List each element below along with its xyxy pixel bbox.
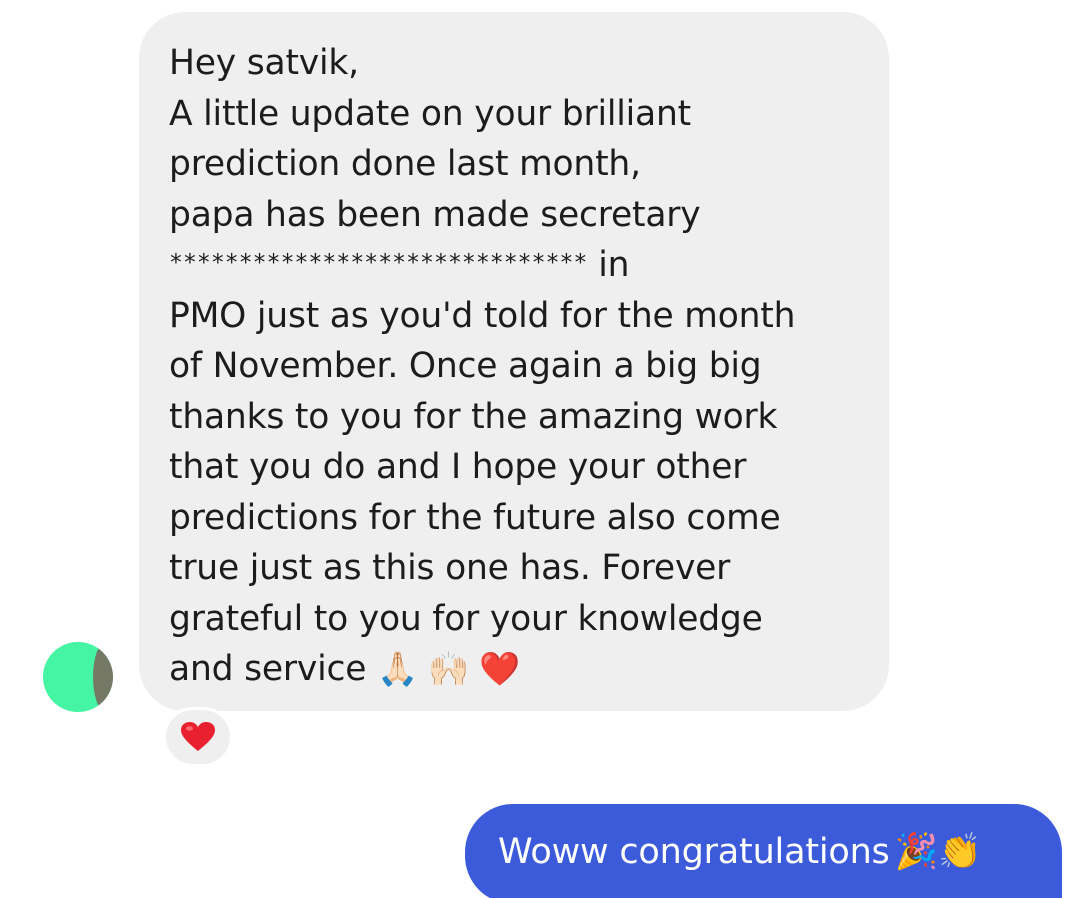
trailing-emojis: 🙏🏻 🙌🏻 ❤️: [377, 649, 521, 688]
message-last-line: and service 🙏🏻 🙌🏻 ❤️: [169, 644, 869, 695]
redacted-text: ******************************: [169, 250, 588, 276]
message-line: predictions for the future also come: [169, 497, 781, 538]
outgoing-message-bubble[interactable]: Woww congratulations 🎉👏: [465, 804, 1062, 898]
outgoing-message-emojis: 🎉👏: [894, 832, 982, 872]
redacted-suffix: in: [598, 245, 630, 285]
outgoing-message-text: Woww congratulations: [498, 832, 890, 872]
message-line: grateful to you for your knowledge: [169, 598, 763, 639]
message-line-text: and service: [169, 649, 367, 689]
avatar[interactable]: [43, 642, 113, 712]
heart-reaction-badge[interactable]: [163, 707, 233, 767]
heart-icon: [181, 722, 215, 752]
message-line: prediction done last month,: [169, 144, 641, 184]
message-line: papa has been made secretary: [169, 194, 701, 235]
message-line: true just as this one has. Forever: [169, 548, 731, 588]
chat-screen: Hey satvik, A little update on your bril…: [0, 0, 1077, 898]
message-line: Hey satvik,: [169, 43, 359, 83]
message-line: that you do and I hope your other: [169, 447, 747, 487]
incoming-message-bubble[interactable]: Hey satvik, A little update on your bril…: [139, 12, 889, 711]
message-line: of November. Once again a big big: [169, 346, 762, 386]
incoming-message-text: Hey satvik, A little update on your bril…: [169, 38, 869, 695]
message-line: thanks to you for the amazing work: [169, 396, 778, 437]
redacted-line: ****************************** in: [169, 240, 869, 291]
message-line: PMO just as you'd told for the month: [169, 295, 796, 336]
message-line: A little update on your brilliant: [169, 93, 691, 134]
